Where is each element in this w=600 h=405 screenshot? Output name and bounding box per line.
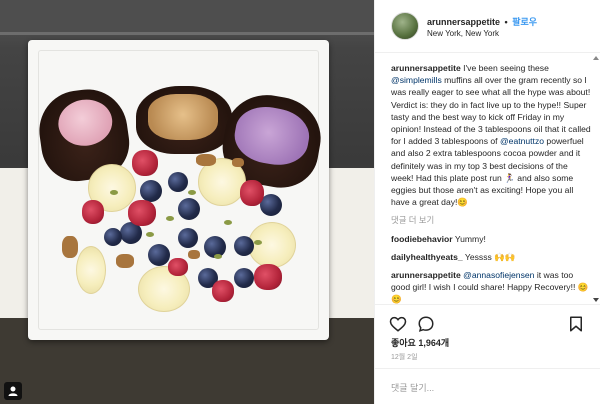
comment-username[interactable]: arunnersappetite xyxy=(391,270,461,280)
pumpkin-seed xyxy=(214,254,222,259)
raspberry xyxy=(128,200,156,226)
mention-link[interactable]: @simplemills xyxy=(391,75,442,85)
comment-item: dailyhealthyeats_ Yessss 🙌🙌 xyxy=(391,251,591,263)
blueberry xyxy=(104,228,122,246)
location-link[interactable]: New York, New York xyxy=(427,29,499,38)
comment-input-area[interactable]: 댓글 달기... xyxy=(375,368,600,405)
comment-item: foodiebehavior Yummy! xyxy=(391,233,591,245)
caption-text: I've been seeing these xyxy=(460,63,549,73)
raspberry xyxy=(82,200,104,224)
post-header: arunnersappetite • 팔로우 New York, New Yor… xyxy=(375,0,600,53)
blueberry xyxy=(234,268,254,288)
user-tag-icon[interactable] xyxy=(4,382,22,400)
raspberry xyxy=(132,150,158,176)
walnut-piece xyxy=(62,236,78,258)
caption: arunnersappetite I've been seeing these … xyxy=(391,62,591,208)
avatar[interactable] xyxy=(391,12,419,40)
header-username[interactable]: arunnersappetite xyxy=(427,17,500,27)
banana-slice xyxy=(248,222,296,268)
comment-item: arunnersappetite @annasofiejensen it was… xyxy=(391,269,591,304)
comment-text: Yessss 🙌🙌 xyxy=(462,251,516,262)
mention-link[interactable]: @annasofiejensen xyxy=(463,270,534,280)
pumpkin-seed xyxy=(188,190,196,195)
comment-input[interactable]: 댓글 달기... xyxy=(391,381,434,394)
pumpkin-seed xyxy=(110,190,118,195)
plate xyxy=(28,40,329,340)
caption-text: powerfuel and also 2 extra tablespoons c… xyxy=(391,136,584,208)
walnut-piece xyxy=(116,254,134,268)
raspberry xyxy=(254,264,282,290)
blueberry xyxy=(178,228,198,248)
scroll-up-arrow[interactable] xyxy=(593,56,599,60)
comment-icon[interactable] xyxy=(417,315,435,333)
pumpkin-seed xyxy=(146,232,154,237)
raspberry xyxy=(212,280,234,302)
bookmark-icon[interactable] xyxy=(567,315,585,333)
blueberry xyxy=(148,244,170,266)
caption-username[interactable]: arunnersappetite xyxy=(391,63,461,73)
follow-button[interactable]: 팔로우 xyxy=(512,17,537,27)
post-sidebar: arunnersappetite • 팔로우 New York, New Yor… xyxy=(374,0,600,404)
view-more-comments-button[interactable]: 댓글 더 보기 xyxy=(391,214,591,226)
like-count[interactable]: 좋아요 1,964개 xyxy=(391,336,449,349)
comment-text: Yummy! xyxy=(452,233,486,244)
heart-icon[interactable] xyxy=(389,315,407,333)
raspberry xyxy=(168,258,188,276)
walnut-piece xyxy=(232,158,244,167)
walnut-piece xyxy=(188,250,200,259)
pumpkin-seed xyxy=(166,216,174,221)
blueberry xyxy=(234,236,254,256)
walnut-piece xyxy=(196,154,216,166)
pumpkin-seed xyxy=(224,220,232,225)
blueberry xyxy=(168,172,188,192)
scroll-down-arrow[interactable] xyxy=(593,298,599,302)
banana-slice xyxy=(76,246,106,294)
comment-username[interactable]: dailyhealthyeats_ xyxy=(391,252,463,262)
comment-list: arunnersappetite I've been seeing these … xyxy=(391,62,591,304)
raspberry xyxy=(240,180,264,206)
comment-username[interactable]: foodiebehavior xyxy=(391,234,453,244)
post-photo[interactable] xyxy=(0,0,374,404)
window-frame xyxy=(0,0,374,35)
separator-dot: • xyxy=(504,17,508,27)
mention-link[interactable]: @eatnuttzo xyxy=(500,136,544,146)
blueberry xyxy=(140,180,162,202)
muffin-middle xyxy=(136,86,232,154)
pumpkin-seed xyxy=(254,240,262,245)
post-date[interactable]: 12월 2일 xyxy=(391,352,418,362)
blueberry xyxy=(178,198,200,220)
